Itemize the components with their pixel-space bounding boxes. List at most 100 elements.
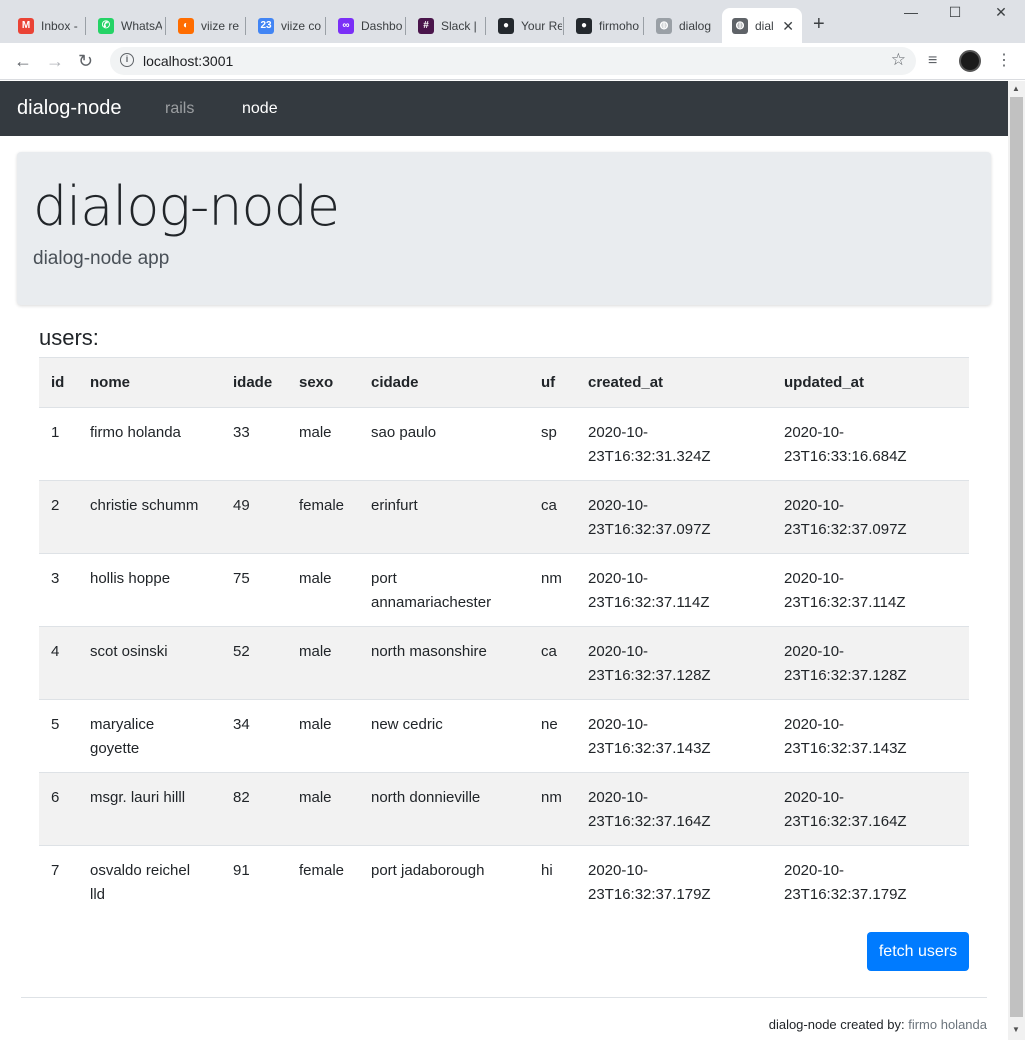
new-tab-button[interactable]: + xyxy=(813,14,825,34)
nav-link-rails[interactable]: rails xyxy=(165,100,194,118)
table-cell-idade: 33 xyxy=(233,424,250,441)
github-icon: ● xyxy=(576,17,592,34)
address-bar[interactable]: i localhost:3001 ☆ xyxy=(110,47,916,75)
column-header-idade: idade xyxy=(221,357,287,408)
tab-close-icon[interactable]: ✕ xyxy=(782,18,794,35)
navbar-brand[interactable]: dialog-node xyxy=(17,97,122,120)
footer-prefix: dialog-node created by: xyxy=(768,1017,905,1032)
back-icon[interactable]: ← xyxy=(14,50,32,72)
bookmark-star-icon[interactable]: ☆ xyxy=(891,50,906,70)
users-heading: users: xyxy=(39,325,99,350)
tab-title: dialog xyxy=(679,18,712,33)
browser-tab[interactable]: 23 viize co xyxy=(248,8,322,43)
table-cell-updated-at: 2020-10- 23T16:33:16.684Z xyxy=(784,424,907,465)
footer: dialog-node created by: firmo holanda xyxy=(769,1017,987,1032)
table-cell-updated-at: 2020-10- 23T16:32:37.179Z xyxy=(772,845,969,919)
slack-icon: # xyxy=(418,17,434,34)
footer-author-link[interactable]: firmo holanda xyxy=(908,1017,987,1032)
table-row: 4 scot osinski 52 male north masonshire ca 202… xyxy=(39,626,969,700)
scrollbar-thumb[interactable] xyxy=(1010,97,1023,1017)
tab-title: viize co xyxy=(281,18,322,33)
table-cell-uf: sp xyxy=(541,424,557,441)
table-cell-updated-at: 2020-10- 23T16:32:37.128Z xyxy=(772,626,969,700)
vertical-scrollbar[interactable]: ▲ ▼ xyxy=(1008,81,1025,1040)
browser-tab[interactable]: ✆ WhatsA xyxy=(88,8,162,43)
browser-tab[interactable]: ◍ dialog xyxy=(646,8,720,43)
table-cell-sexo: female xyxy=(287,845,359,919)
browser-tab[interactable]: ∞ Dashbo xyxy=(328,8,402,43)
table-cell-cidade: erinfurt xyxy=(359,480,529,554)
page-title: dialog-node xyxy=(33,175,340,238)
table-row: 1 firmo holanda 33 male sao paulo sp 2020-10- … xyxy=(39,408,969,481)
table-cell-updated-at: 2020-10- 23T16:32:37.164Z xyxy=(772,772,969,846)
browser-tab[interactable]: ◍ dial ✕ xyxy=(722,8,802,43)
table-cell-id: 5 xyxy=(39,699,78,773)
tab-separator xyxy=(245,17,246,35)
table-cell-idade: 52 xyxy=(221,626,287,700)
browser-tab[interactable]: # Slack | xyxy=(408,8,482,43)
close-window-icon[interactable]: ✕ xyxy=(978,4,1024,21)
table-cell-nome: osvaldo reichel lld xyxy=(78,845,221,919)
tab-separator xyxy=(165,17,166,35)
column-header-cidade: cidade xyxy=(359,357,529,408)
dashboard-icon: ∞ xyxy=(338,17,354,34)
column-header-updated-at: updated_at xyxy=(772,357,969,408)
table-cell-uf: nm xyxy=(529,553,576,627)
table-cell-uf: ne xyxy=(529,699,576,773)
jumbotron: dialog-node dialog-node app xyxy=(17,152,991,305)
profile-avatar[interactable] xyxy=(959,50,981,72)
column-header-created-at: created_at xyxy=(576,357,772,408)
reload-icon[interactable]: ↻ xyxy=(78,50,93,72)
table-cell-uf: ca xyxy=(529,626,576,700)
table-cell-nome: maryalice goyette xyxy=(78,699,221,773)
tab-title: Inbox - xyxy=(41,18,78,33)
browser-tab[interactable]: ● Your Re xyxy=(488,8,562,43)
minimize-icon[interactable]: — xyxy=(888,4,934,20)
media-queue-icon[interactable]: ≡ xyxy=(928,50,937,72)
tab-title: dial xyxy=(755,18,774,33)
tab-title: firmoho xyxy=(599,18,640,33)
table-cell-updated-at: 2020-10- 23T16:32:37.143Z xyxy=(772,699,969,773)
table-header-row: id nome idade sexo cidade uf created_at updated… xyxy=(39,357,969,408)
table-row: 2 christie schumm 49 female erinfurt ca 2020-1… xyxy=(39,480,969,554)
tab-separator xyxy=(85,17,86,35)
tab-title: WhatsA xyxy=(121,18,162,33)
browser-toolbar: ← → ↻ i localhost:3001 ☆ ≡ ⋮ xyxy=(0,43,1025,80)
column-header-nome: nome xyxy=(78,357,221,408)
table-cell-cidade: north donnieville xyxy=(359,772,529,846)
table-row: 3 hollis hoppe 75 male port annamariachester… xyxy=(39,553,969,627)
tab-strip: M Inbox - ✆ WhatsA ◐ viize re 23 viize co ∞ Dashb… xyxy=(0,0,1025,43)
table-cell-idade: 34 xyxy=(221,699,287,773)
browser-tab[interactable]: ◐ viize re xyxy=(168,8,242,43)
fetch-users-button[interactable]: fetch users xyxy=(867,932,969,971)
table-cell-nome: christie schumm xyxy=(78,480,221,554)
table-cell-nome: msgr. lauri hilll xyxy=(78,772,221,846)
table-row: 6 msgr. lauri hilll 82 male north donnievill… xyxy=(39,772,969,846)
tab-separator xyxy=(485,17,486,35)
github-icon: ● xyxy=(498,17,514,34)
table-cell-sexo: male xyxy=(287,699,359,773)
table-cell-id: 2 xyxy=(39,480,78,554)
table-cell-nome: hollis hoppe xyxy=(78,553,221,627)
menu-kebab-icon[interactable]: ⋮ xyxy=(996,50,1012,72)
info-icon[interactable]: i xyxy=(120,53,134,67)
forward-icon[interactable]: → xyxy=(46,50,64,72)
column-header-uf: uf xyxy=(529,357,576,408)
table-cell-uf: nm xyxy=(529,772,576,846)
scroll-down-icon[interactable]: ▼ xyxy=(1012,1025,1020,1034)
table-cell-uf: ca xyxy=(529,480,576,554)
table-cell-sexo: female xyxy=(287,480,359,554)
browser-tab[interactable]: ● firmoho xyxy=(566,8,640,43)
maximize-icon[interactable]: ☐ xyxy=(932,4,978,21)
table-cell-id: 1 xyxy=(51,424,60,441)
whatsapp-icon: ✆ xyxy=(98,17,114,34)
scroll-up-icon[interactable]: ▲ xyxy=(1012,84,1020,93)
footer-divider xyxy=(21,997,987,998)
table-cell-cidade: sao paulo xyxy=(371,424,437,441)
url-text[interactable]: localhost:3001 xyxy=(143,53,233,69)
nav-link-node[interactable]: node xyxy=(242,100,278,118)
browser-tab[interactable]: M Inbox - xyxy=(8,8,82,43)
globe-icon: ◍ xyxy=(732,17,748,34)
table-cell-idade: 91 xyxy=(221,845,287,919)
page-viewport: dialog-node rails node dialog-node dialo… xyxy=(0,81,1008,1040)
